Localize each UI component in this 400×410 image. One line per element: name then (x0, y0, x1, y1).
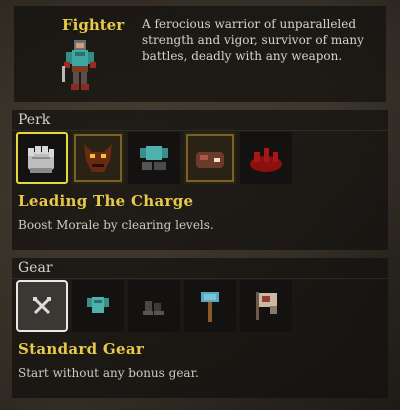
perk-divider (12, 130, 388, 131)
perk-slot-2[interactable] (72, 132, 124, 184)
gear-slot-2[interactable] (72, 280, 124, 332)
armor-bundle-icon (140, 146, 168, 170)
dark-boots-icon (143, 301, 164, 315)
war-hammer-icon (201, 292, 219, 322)
gear-description: Start without any bonus gear. (18, 366, 199, 380)
gear-slot-5[interactable] (240, 280, 292, 332)
perk-description: Boost Morale by clearing levels. (18, 218, 214, 232)
perk-slot-4[interactable] (184, 132, 236, 184)
blood-pool-icon (250, 148, 282, 172)
gear-title: Standard Gear (18, 340, 145, 358)
perk-slot-row (16, 132, 292, 184)
gear-divider (12, 278, 388, 279)
crossed-swords-icon (33, 297, 51, 315)
gear-slot-1[interactable] (16, 280, 68, 332)
perk-header: Perk (18, 112, 51, 128)
gear-slot-row (16, 280, 292, 332)
perk-slot-3[interactable] (128, 132, 180, 184)
perk-slot-5[interactable] (240, 132, 292, 184)
demon-mask-icon (84, 144, 112, 172)
fighter-sprite-icon (62, 40, 96, 90)
gauntlet-fist-icon (28, 146, 54, 173)
gear-slot-4[interactable] (184, 280, 236, 332)
class-info-panel: Fighter A ferocious warrior of unparalle… (14, 6, 386, 102)
gear-header: Gear (18, 260, 53, 276)
class-description: A ferocious warrior of unparalleled stre… (142, 17, 364, 63)
flag-scroll-icon (256, 292, 277, 320)
class-name: Fighter (62, 16, 125, 34)
perk-slot-1[interactable] (16, 132, 68, 184)
gear-slot-3[interactable] (128, 280, 180, 332)
teal-armor-icon (87, 297, 109, 313)
gear-panel: Gear Standard Gear Start without any bon… (12, 258, 388, 398)
perk-panel: Perk Leading The Charge Boost Morale by … (12, 110, 388, 250)
meat-chunk-icon (196, 152, 224, 168)
perk-title: Leading The Charge (18, 192, 194, 210)
